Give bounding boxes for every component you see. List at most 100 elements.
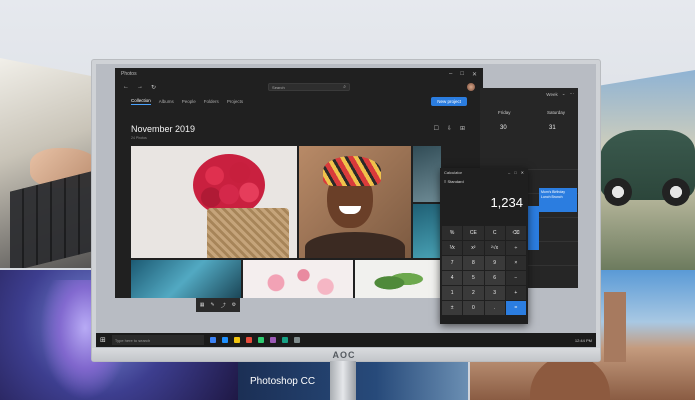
taskbar-search-input[interactable]: Type here to search	[111, 335, 204, 345]
calculator-mode[interactable]: ≡ Standard	[440, 178, 528, 185]
taskbar: ⊞ Type here to search 12:44 PM	[96, 333, 596, 347]
calc-key[interactable]: 6	[484, 271, 505, 285]
view-icon[interactable]: ⊞	[460, 125, 465, 132]
office-icon[interactable]	[245, 337, 252, 343]
vintage-car-image	[600, 130, 695, 206]
tab-albums[interactable]: Albums	[159, 99, 174, 104]
calc-key[interactable]: %	[442, 226, 463, 240]
calendar-toolbar: Week ⌄ ⋯	[480, 88, 578, 100]
tab-people[interactable]: People	[182, 99, 196, 104]
edit-icon[interactable]: ✎	[211, 302, 215, 308]
calc-key[interactable]: CE	[463, 226, 484, 240]
tab-folders[interactable]: Folders	[204, 99, 219, 104]
calc-key[interactable]: 2	[463, 286, 484, 300]
view-selector[interactable]: Week	[546, 92, 557, 97]
search-icon[interactable]: ⌕	[343, 84, 346, 90]
calc-key[interactable]: 9	[484, 256, 505, 270]
task-view-icon[interactable]	[209, 337, 216, 343]
photo-leaves[interactable]	[413, 146, 441, 202]
calc-key[interactable]: +	[505, 286, 526, 300]
close-icon[interactable]: ✕	[521, 170, 524, 176]
calculator-app-icon[interactable]	[293, 337, 300, 343]
calc-key[interactable]: ±	[442, 301, 463, 315]
photos-tabs: Collection Albums People Folders Project…	[115, 94, 483, 108]
photos-window[interactable]: Photos – □ ✕ ← → ↻ Search ⌕ Collection A…	[115, 68, 483, 298]
calculator-titlebar[interactable]: Calculator – □ ✕	[440, 168, 528, 178]
maximize-icon[interactable]: □	[460, 71, 464, 78]
photo-water[interactable]	[131, 260, 241, 298]
day-name: Saturday	[547, 110, 566, 115]
more-icon[interactable]: ⋯	[570, 91, 575, 97]
calc-key[interactable]: 5	[463, 271, 484, 285]
monitor-stand	[330, 361, 356, 400]
start-icon[interactable]: ⊞	[100, 336, 106, 344]
calc-key[interactable]: .	[484, 301, 505, 315]
calculator-display: 1,234	[490, 195, 523, 210]
photo-plant[interactable]	[355, 260, 441, 298]
calendar-day-numbers: 30 31	[480, 115, 578, 131]
calc-key[interactable]: ²√x	[484, 241, 505, 255]
system-tray-clock[interactable]: 12:44 PM	[575, 338, 592, 343]
avatar[interactable]	[467, 83, 475, 91]
calc-key[interactable]: 0	[463, 301, 484, 315]
photo-flower[interactable]	[131, 146, 297, 258]
calculator-keypad: % CE C ⌫ ⅟x x² ²√x ÷ 7 8 9 × 4 5 6 − 1 2…	[440, 223, 528, 318]
calculator-title: Calculator	[444, 170, 463, 175]
photos-app-icon[interactable]	[269, 337, 276, 343]
forward-arrow-icon[interactable]: →	[137, 84, 143, 90]
day-number[interactable]: 30	[480, 125, 529, 131]
calc-key[interactable]: ⌫	[505, 226, 526, 240]
calendar-event-block[interactable]	[527, 206, 539, 250]
calc-key[interactable]: 8	[463, 256, 484, 270]
tab-projects[interactable]: Projects	[227, 99, 243, 104]
explorer-icon[interactable]	[233, 337, 240, 343]
photos-titlebar[interactable]: Photos – □ ✕	[115, 68, 483, 80]
calc-key[interactable]: x²	[463, 241, 484, 255]
calendar-day-headers: Friday Saturday	[480, 100, 578, 115]
refresh-icon[interactable]: ↻	[151, 84, 156, 91]
car-wheel-icon	[662, 178, 690, 206]
calc-key[interactable]: C	[484, 226, 505, 240]
calc-key[interactable]: ×	[505, 256, 526, 270]
menu-icon[interactable]: ≡	[444, 179, 446, 184]
calc-key[interactable]: 3	[484, 286, 505, 300]
mode-label: Standard	[447, 179, 464, 184]
photo-blossom[interactable]	[243, 260, 353, 298]
page-title: November 2019	[131, 124, 196, 134]
calc-key[interactable]: 1	[442, 286, 463, 300]
calculator-window[interactable]: Calculator – □ ✕ ≡ Standard 1,234 % CE C…	[440, 168, 528, 324]
photos-toolbar: ☐ ⇩ ⊞	[434, 125, 465, 132]
day-number[interactable]: 31	[529, 125, 578, 131]
chevron-down-icon[interactable]: ⌄	[562, 91, 566, 97]
share-icon[interactable]: ⤴	[221, 302, 226, 309]
flower-image	[193, 154, 265, 216]
tower-image	[604, 292, 626, 362]
calc-key[interactable]: ⅟x	[442, 241, 463, 255]
search-input[interactable]: Search ⌕	[268, 83, 351, 91]
calendar-event[interactable]: Mom's Birthday Lunch Brunch	[539, 188, 577, 212]
app-title: Photos	[121, 71, 137, 77]
search-placeholder: Search	[272, 84, 285, 90]
calendar-app-icon[interactable]	[281, 337, 288, 343]
edge-icon[interactable]	[221, 337, 228, 343]
maximize-icon[interactable]: □	[514, 170, 516, 176]
store-icon[interactable]	[257, 337, 264, 343]
back-arrow-icon[interactable]: ←	[123, 84, 129, 90]
minimize-icon[interactable]: –	[508, 170, 510, 176]
new-project-button[interactable]: New project	[431, 96, 467, 106]
tab-collection[interactable]: Collection	[131, 98, 151, 105]
close-icon[interactable]: ✕	[472, 71, 477, 78]
calc-key[interactable]: 7	[442, 256, 463, 270]
calc-key[interactable]: 4	[442, 271, 463, 285]
photo-fern[interactable]	[413, 204, 441, 258]
grid-icon[interactable]: ▦	[200, 302, 205, 308]
photo-portrait[interactable]	[299, 146, 411, 258]
calc-key-equals[interactable]: =	[505, 301, 526, 315]
import-icon[interactable]: ⇩	[447, 125, 452, 132]
settings-icon[interactable]: ⚙	[232, 302, 236, 308]
select-icon[interactable]: ☐	[434, 125, 439, 132]
minimize-icon[interactable]: –	[449, 71, 452, 78]
calc-key[interactable]: ÷	[505, 241, 526, 255]
brand-logo: AOC	[332, 350, 356, 360]
calc-key[interactable]: −	[505, 271, 526, 285]
